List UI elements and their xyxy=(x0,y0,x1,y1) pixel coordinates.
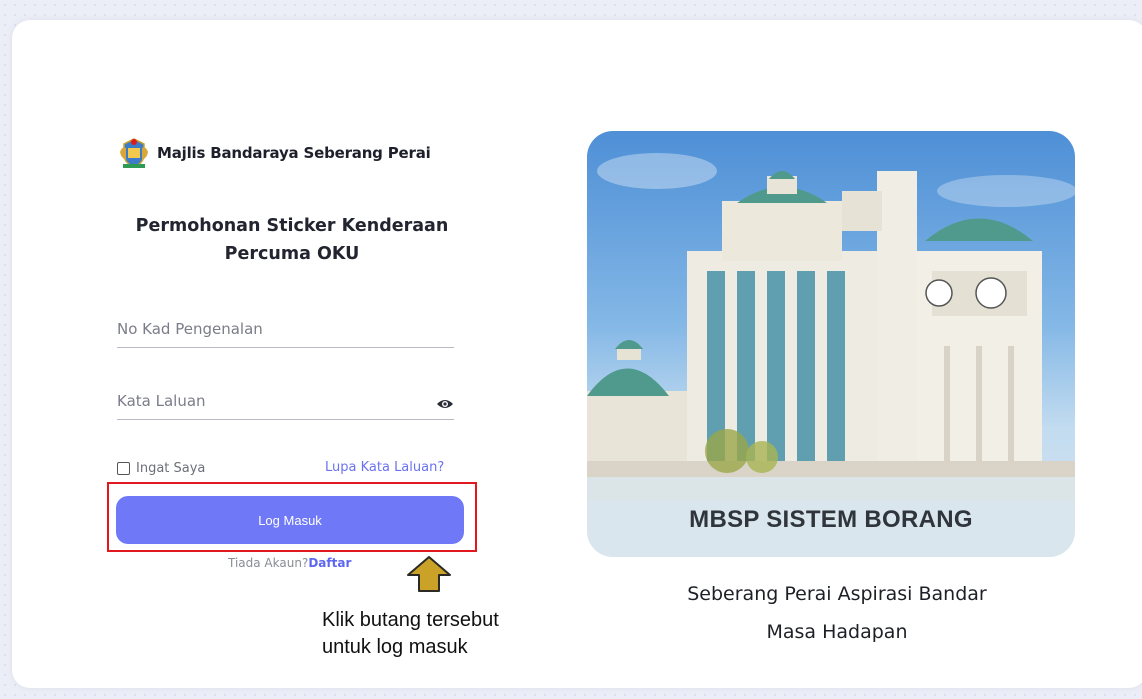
form-title: Permohonan Sticker Kenderaan Percuma OKU xyxy=(135,216,449,264)
hero-caption: MBSP SISTEM BORANG xyxy=(689,506,973,533)
remember-me-label: Ingat Saya xyxy=(136,461,206,476)
no-account-text: Tiada Akaun? xyxy=(228,556,309,570)
password-placeholder: Kata Laluan xyxy=(117,392,206,410)
remember-me-checkbox[interactable] xyxy=(117,462,130,475)
eye-icon[interactable] xyxy=(436,398,454,410)
instruction-text: Klik butang tersebut untuk log masuk xyxy=(322,607,499,661)
signup-prompt: Tiada Akaun?Daftar xyxy=(228,556,351,570)
brand-header: Majlis Bandaraya Seberang Perai xyxy=(117,136,431,170)
password-input[interactable]: Kata Laluan xyxy=(117,386,454,420)
hero-image: MBSP SISTEM BORANG xyxy=(587,131,1075,557)
login-button[interactable]: Log Masuk xyxy=(116,496,464,544)
instruction-line-1: Klik butang tersebut xyxy=(322,609,499,631)
register-link[interactable]: Daftar xyxy=(308,556,351,570)
instruction-line-2: untuk log masuk xyxy=(322,636,468,658)
remember-me: Ingat Saya xyxy=(117,461,205,476)
ic-number-placeholder: No Kad Pengenalan xyxy=(117,320,263,338)
arrow-up-icon xyxy=(407,556,451,592)
crest-icon xyxy=(120,138,148,168)
forgot-password-link[interactable]: Lupa Kata Laluan? xyxy=(325,460,444,475)
slogan-line-1: Seberang Perai Aspirasi Bandar xyxy=(687,583,987,605)
ic-number-input[interactable]: No Kad Pengenalan xyxy=(117,314,454,348)
slogan-line-2: Masa Hadapan xyxy=(766,621,908,643)
brand-name: Majlis Bandaraya Seberang Perai xyxy=(157,144,431,162)
slogan: Seberang Perai Aspirasi Bandar Masa Hada… xyxy=(592,575,1082,651)
